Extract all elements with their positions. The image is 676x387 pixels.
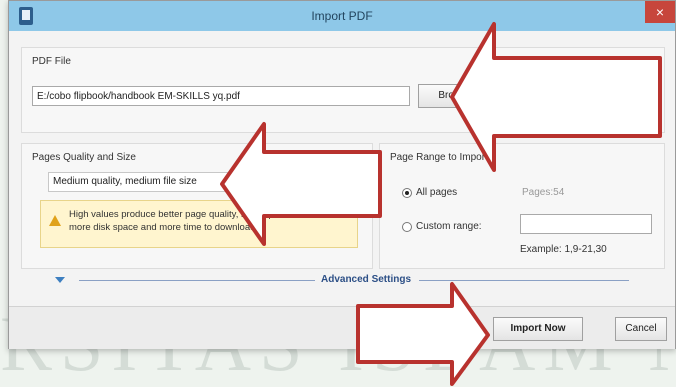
cancel-button[interactable]: Cancel xyxy=(615,317,667,341)
dialog-footer: Import Now Cancel xyxy=(9,306,675,349)
warning-icon xyxy=(49,215,61,226)
expand-arrow-icon[interactable] xyxy=(55,277,65,283)
title-bar: Import PDF × xyxy=(9,1,675,31)
chevron-down-icon: ▼ xyxy=(222,177,231,187)
custom-range-input[interactable] xyxy=(520,214,652,234)
pages-count: Pages:54 xyxy=(522,187,565,198)
quality-warning-text: High values produce better page quality,… xyxy=(69,208,286,234)
custom-range-radio[interactable] xyxy=(402,222,412,232)
quality-section: Pages Quality and Size Medium quality, m… xyxy=(21,143,373,269)
page-range-section: Page Range to Import All pages Pages:54 … xyxy=(379,143,665,269)
page-range-label: Page Range to Import xyxy=(390,152,488,163)
import-pdf-dialog: Import PDF × PDF File E:/cobo flipbook/h… xyxy=(8,0,676,349)
quality-warning-line2: more disk space and more time to downloa… xyxy=(69,222,259,233)
custom-range-label: Custom range: xyxy=(416,221,482,232)
advanced-divider-left xyxy=(79,280,315,281)
quality-label: Pages Quality and Size xyxy=(32,152,136,163)
advanced-divider-right xyxy=(419,280,629,281)
quality-select[interactable]: Medium quality, medium file size ▼ xyxy=(48,172,236,192)
import-now-button[interactable]: Import Now xyxy=(493,317,583,341)
custom-range-example: Example: 1,9-21,30 xyxy=(520,244,607,255)
quality-warning-line1: High values produce better page quality,… xyxy=(69,209,287,220)
close-button[interactable]: × xyxy=(645,1,675,23)
dialog-title: Import PDF xyxy=(311,9,373,23)
advanced-settings-toggle[interactable]: Advanced Settings xyxy=(321,274,411,285)
browse-button[interactable]: Browse xyxy=(418,84,492,108)
all-pages-radio[interactable] xyxy=(402,188,412,198)
quality-warning-box: High values produce better page quality,… xyxy=(40,200,358,248)
open-button[interactable]: Open xyxy=(610,84,656,108)
pdf-file-path-input[interactable]: E:/cobo flipbook/handbook EM-SKILLS yq.p… xyxy=(32,86,410,106)
pdf-file-section: PDF File E:/cobo flipbook/handbook EM-SK… xyxy=(21,47,665,133)
pdf-file-label: PDF File xyxy=(32,56,71,67)
quality-selected-value: Medium quality, medium file size xyxy=(53,176,197,187)
all-pages-label: All pages xyxy=(416,187,458,198)
